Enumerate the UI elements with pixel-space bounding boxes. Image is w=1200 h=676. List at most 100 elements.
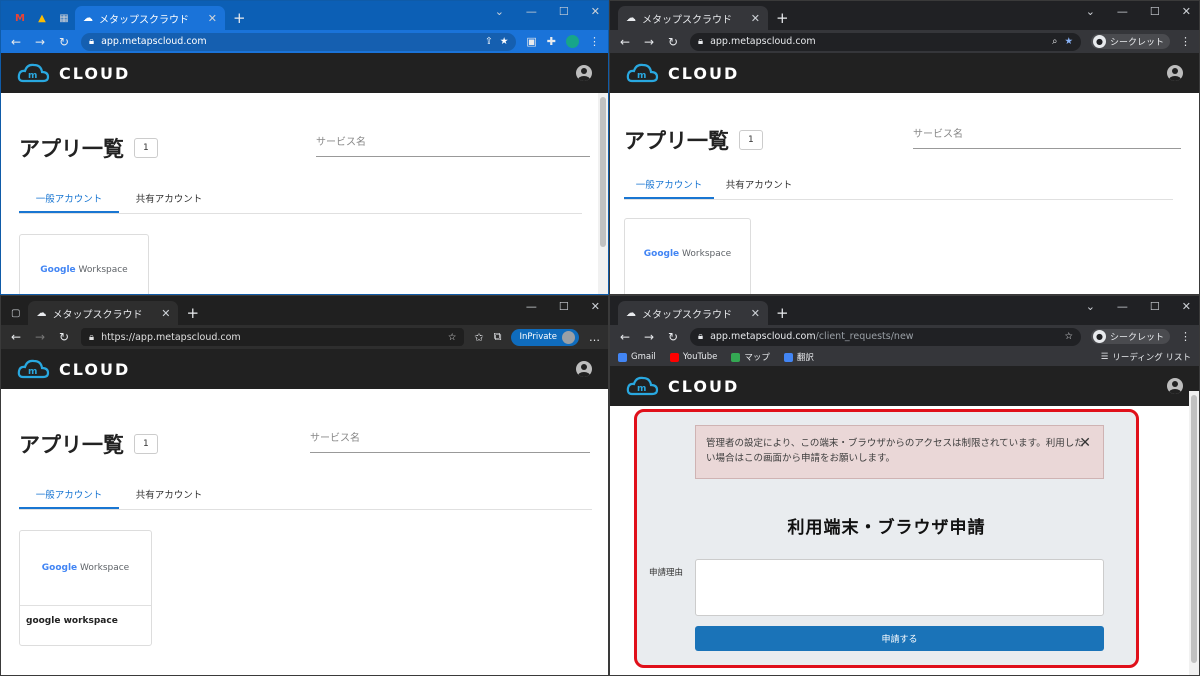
reload-icon[interactable]: ↻	[666, 35, 680, 49]
profile-avatar[interactable]	[566, 35, 579, 48]
back-icon[interactable]: ←	[9, 35, 23, 49]
url-input[interactable]: 🔒︎ https://app.metapscloud.com ☆	[81, 328, 465, 346]
back-icon[interactable]: ←	[618, 35, 632, 49]
close-tab-icon[interactable]: ✕	[161, 307, 170, 320]
url-input[interactable]: 🔒︎ app.metapscloud.com ⌕ ★	[690, 32, 1081, 51]
favorites-icon[interactable]: ✩	[474, 331, 483, 344]
app-card[interactable]: Google Workspace	[624, 218, 751, 294]
close-alert-icon[interactable]: ✕	[1079, 432, 1091, 454]
star-icon[interactable]: ☆	[1064, 331, 1073, 342]
new-tab-icon[interactable]: +	[178, 304, 207, 325]
service-search-input[interactable]: サービス名	[913, 125, 1181, 149]
forward-icon[interactable]: →	[33, 35, 47, 49]
tab-general-account[interactable]: 一般アカウント	[19, 481, 119, 509]
forward-icon[interactable]: →	[642, 35, 656, 49]
reading-list[interactable]: ☰ リーディング リスト	[1101, 351, 1191, 363]
chevron-down-icon[interactable]: ⌄	[495, 5, 504, 18]
account-tabs: 一般アカウント 共有アカウント	[19, 481, 592, 510]
reload-icon[interactable]: ↻	[57, 330, 71, 344]
browser-tab[interactable]: ☁ メタップスクラウド ✕	[618, 6, 768, 30]
tab-actions-icon[interactable]: ▢	[11, 308, 20, 319]
tab-shared-account[interactable]: 共有アカウント	[119, 185, 219, 213]
inprivate-badge[interactable]: InPrivate	[511, 328, 579, 346]
maximize-icon[interactable]: ☐	[1150, 300, 1160, 313]
url-input[interactable]: 🔒︎ app.metapscloud.com ⇪ ★	[81, 32, 517, 51]
menu-icon[interactable]: ⋮	[589, 35, 600, 48]
reload-icon[interactable]: ↻	[57, 35, 71, 49]
share-icon[interactable]: ⇪	[485, 36, 493, 47]
browser-tab[interactable]: ☁ メタップスクラウド ✕	[618, 301, 768, 325]
forward-icon[interactable]: →	[33, 330, 47, 344]
back-icon[interactable]: ←	[9, 330, 23, 344]
cloud-logo[interactable]: m CLOUD	[17, 357, 130, 381]
cloud-logo[interactable]: m CLOUD	[17, 61, 130, 85]
service-search-input[interactable]: サービス名	[316, 133, 590, 157]
chevron-down-icon[interactable]: ⌄	[1086, 5, 1095, 18]
new-tab-icon[interactable]: +	[768, 9, 797, 30]
new-tab-icon[interactable]: +	[225, 9, 254, 30]
minimize-icon[interactable]: —	[526, 300, 537, 313]
menu-icon[interactable]: ⋮	[1180, 35, 1191, 48]
user-account-icon[interactable]	[1167, 65, 1183, 81]
user-account-icon[interactable]	[1167, 378, 1183, 394]
app-card[interactable]: Google Workspace google workspace	[19, 530, 152, 646]
close-window-icon[interactable]: ✕	[1182, 5, 1191, 18]
maximize-icon[interactable]: ☐	[559, 5, 569, 18]
minimize-icon[interactable]: —	[1117, 5, 1128, 18]
tab-title: メタップスクラウド	[642, 309, 732, 321]
menu-icon[interactable]: ⋮	[1180, 330, 1191, 343]
star-icon[interactable]: ★	[500, 36, 509, 47]
close-tab-icon[interactable]: ✕	[208, 12, 217, 25]
new-tab-icon[interactable]: +	[768, 304, 797, 325]
gmail-pinned-tab[interactable]: M	[9, 7, 31, 29]
back-icon[interactable]: ←	[618, 330, 632, 344]
bookmark-youtube[interactable]: YouTube	[669, 352, 717, 362]
menu-icon[interactable]: …	[589, 331, 600, 344]
bookmark-gmail[interactable]: Gmail	[618, 352, 656, 362]
minimize-icon[interactable]: —	[526, 5, 537, 18]
url-input[interactable]: 🔒︎ app.metapscloud.com/client_requests/n…	[690, 327, 1081, 346]
tab-title: メタップスクラウド	[642, 14, 732, 26]
maximize-icon[interactable]: ☐	[1150, 5, 1160, 18]
cloud-logo[interactable]: m CLOUD	[626, 61, 739, 85]
reload-icon[interactable]: ↻	[666, 330, 680, 344]
cloud-logo[interactable]: m CLOUD	[626, 374, 739, 398]
close-window-icon[interactable]: ✕	[1182, 300, 1191, 313]
add-favorite-icon[interactable]: ☆	[448, 332, 457, 343]
close-tab-icon[interactable]: ✕	[751, 307, 760, 320]
bookmark-translate[interactable]: 翻訳	[783, 351, 814, 363]
collections-icon[interactable]: ⧉	[494, 330, 502, 344]
submit-request-button[interactable]: 申請する	[695, 626, 1104, 651]
close-tab-icon[interactable]: ✕	[751, 12, 760, 25]
forward-icon[interactable]: →	[642, 330, 656, 344]
incognito-badge[interactable]: ● シークレット	[1090, 329, 1170, 344]
tab-shared-account[interactable]: 共有アカウント	[119, 481, 219, 509]
bookmark-maps[interactable]: マップ	[731, 351, 770, 363]
brand-wordmark: CLOUD	[668, 376, 740, 396]
apps-pinned-tab[interactable]: ▦	[53, 7, 75, 29]
drive-pinned-tab[interactable]: ▲	[31, 7, 53, 29]
tab-general-account[interactable]: 一般アカウント	[624, 171, 714, 199]
user-account-icon[interactable]	[576, 65, 592, 81]
extensions-icon[interactable]: ✚	[547, 35, 556, 48]
scrollbar[interactable]	[1189, 391, 1199, 675]
app-card[interactable]: Google Workspace	[19, 234, 149, 294]
reason-textarea[interactable]	[695, 559, 1104, 616]
scrollbar[interactable]	[598, 93, 608, 294]
service-search-input[interactable]: サービス名	[310, 429, 590, 453]
minimize-icon[interactable]: —	[1117, 300, 1128, 313]
window-controls: ⌄ — ☐ ✕	[1086, 300, 1191, 313]
incognito-badge[interactable]: ● シークレット	[1090, 34, 1170, 49]
browser-tab[interactable]: ☁ メタップスクラウド ✕	[28, 301, 179, 325]
close-window-icon[interactable]: ✕	[591, 5, 600, 18]
close-window-icon[interactable]: ✕	[591, 300, 600, 313]
browser-tab[interactable]: ☁ メタップスクラウド ✕	[75, 6, 225, 30]
star-icon[interactable]: ★	[1064, 36, 1073, 47]
tab-general-account[interactable]: 一般アカウント	[19, 185, 119, 213]
zoom-icon[interactable]: ⌕	[1052, 36, 1057, 47]
tab-shared-account[interactable]: 共有アカウント	[714, 171, 804, 199]
maximize-icon[interactable]: ☐	[559, 300, 569, 313]
user-account-icon[interactable]	[576, 361, 592, 377]
tab-search-icon[interactable]: ▣	[526, 35, 536, 48]
chevron-down-icon[interactable]: ⌄	[1086, 300, 1095, 313]
